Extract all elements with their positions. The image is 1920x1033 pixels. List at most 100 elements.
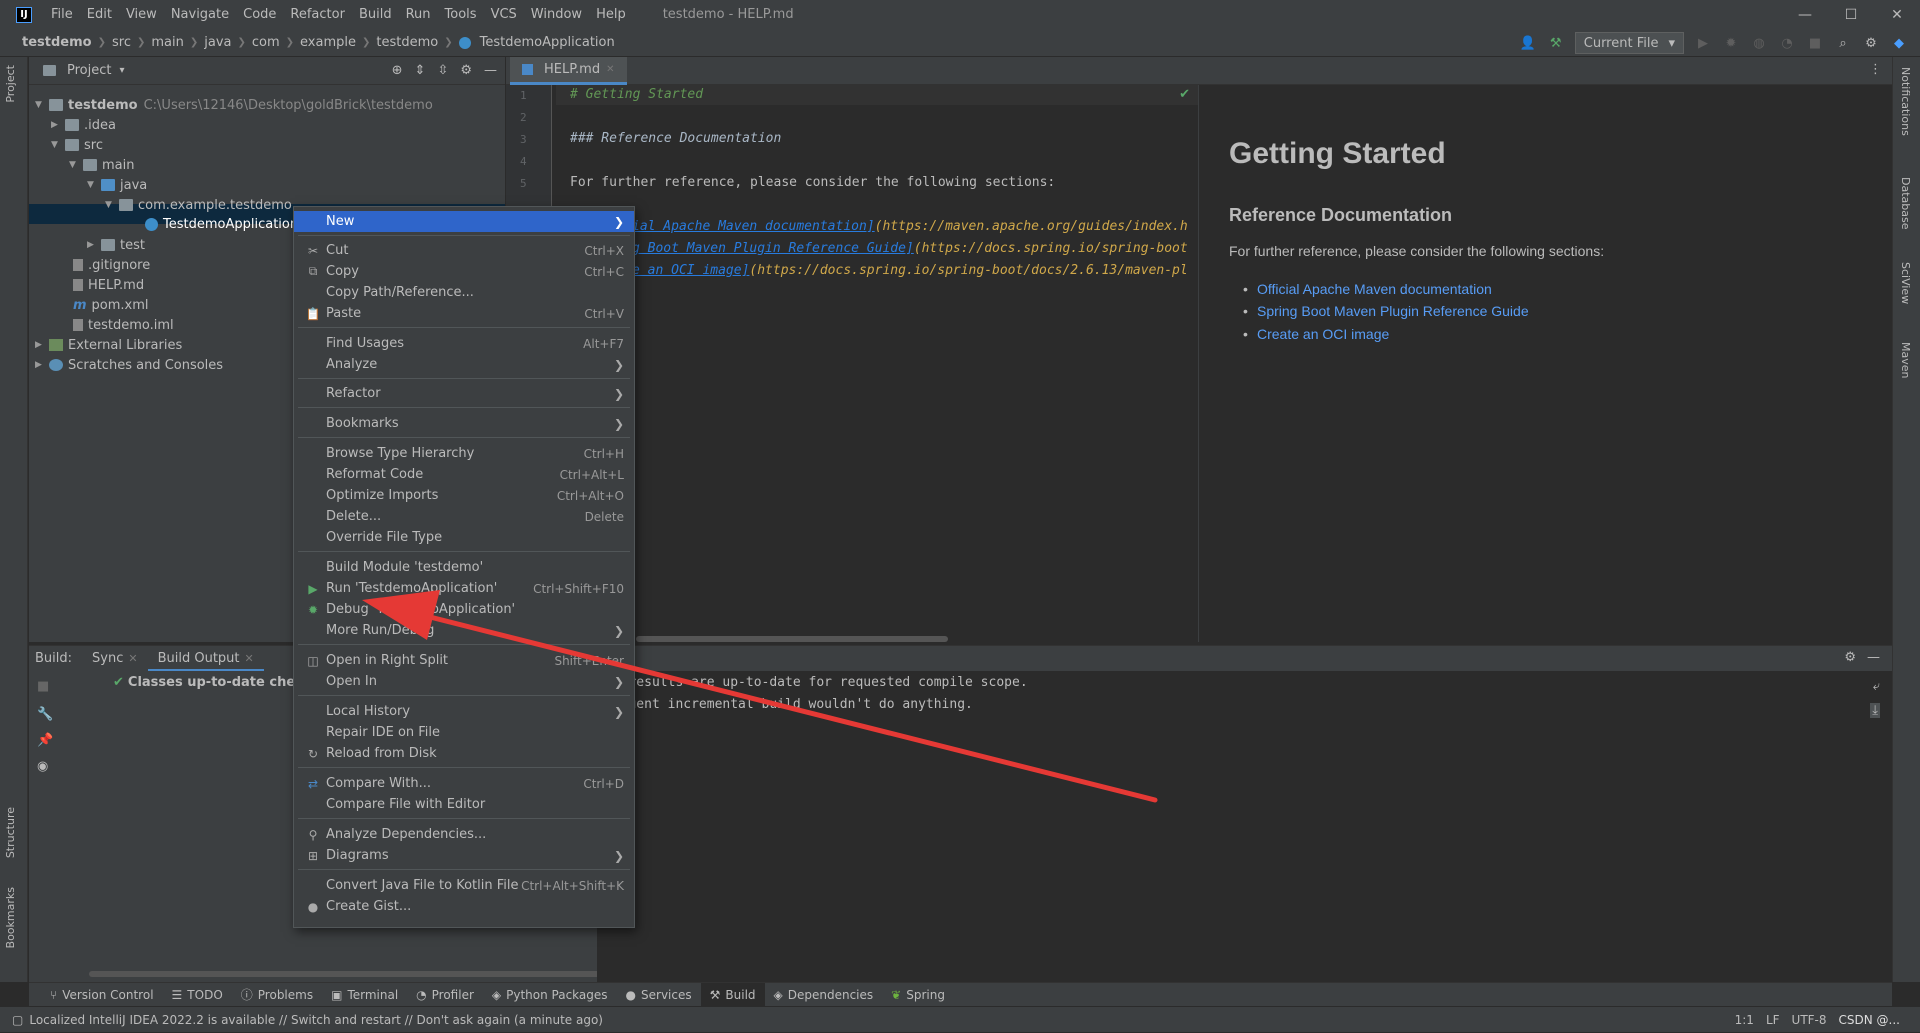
expand-all-icon[interactable]: ⇕: [415, 63, 426, 78]
menu-item-create-gist[interactable]: ● Create Gist...: [294, 896, 634, 917]
menu-item-browse-type[interactable]: Browse Type Hierarchy Ctrl+H: [294, 443, 634, 464]
line-separator[interactable]: LF: [1766, 1013, 1780, 1027]
breadcrumb-example[interactable]: example: [296, 35, 360, 50]
locate-icon[interactable]: ⊕: [392, 63, 403, 78]
menu-item-find-usages[interactable]: Find Usages Alt+F7: [294, 333, 634, 354]
status-message[interactable]: Localized IntelliJ IDEA 2022.2 is availa…: [29, 1013, 603, 1027]
code-link[interactable]: e an OCI image]: [632, 263, 749, 278]
tool-tab-bookmarks[interactable]: Bookmarks: [4, 887, 17, 948]
gear-icon[interactable]: ⚙: [460, 63, 472, 78]
tree-item-src[interactable]: ▼ src: [51, 135, 103, 155]
pin-icon[interactable]: 📌: [37, 733, 53, 748]
menu-item-run[interactable]: ▶ Run 'TestdemoApplication' Ctrl+Shift+F10: [294, 578, 634, 599]
breadcrumb-src[interactable]: src: [108, 35, 135, 50]
close-icon[interactable]: ✕: [128, 652, 137, 665]
tree-root[interactable]: ▼ testdemo C:\Users\12146\Desktop\goldBr…: [35, 95, 433, 115]
menu-navigate[interactable]: Navigate: [164, 0, 236, 29]
tool-tab-database[interactable]: Database: [1899, 177, 1912, 230]
close-icon[interactable]: ✕: [1874, 0, 1920, 29]
menu-refactor[interactable]: Refactor: [283, 0, 352, 29]
menu-item-reformat[interactable]: Reformat Code Ctrl+Alt+L: [294, 464, 634, 485]
menu-item-copy[interactable]: ⧉ Copy Ctrl+C: [294, 261, 634, 282]
tool-window-toggle-icon[interactable]: ▢: [12, 1013, 23, 1027]
menu-item-repair[interactable]: Repair IDE on File: [294, 722, 634, 743]
menu-item-open-in[interactable]: Open In ❯: [294, 671, 634, 692]
project-title[interactable]: Project: [67, 63, 111, 78]
menu-window[interactable]: Window: [524, 0, 589, 29]
menu-item-optimize[interactable]: Optimize Imports Ctrl+Alt+O: [294, 485, 634, 506]
run-config-select[interactable]: Current File ▾: [1574, 32, 1684, 54]
hide-icon[interactable]: —: [1867, 650, 1880, 665]
tree-item-idea[interactable]: ▶ .idea: [51, 115, 116, 135]
preview-link[interactable]: Create an OCI image: [1243, 326, 1389, 342]
jetbrains-icon[interactable]: ◆: [1890, 34, 1908, 52]
tool-problems[interactable]: ⓘ Problems: [232, 983, 322, 1007]
profile-icon[interactable]: ◔: [1778, 34, 1796, 52]
tool-build[interactable]: ⚒ Build: [700, 982, 765, 1007]
tree-item-test[interactable]: ▶ test: [69, 235, 145, 255]
tree-item-help[interactable]: HELP.md: [73, 275, 144, 295]
gear-icon[interactable]: ⚙: [1844, 650, 1856, 665]
tree-item-pom[interactable]: m pom.xml: [73, 295, 149, 315]
preview-link[interactable]: Spring Boot Maven Plugin Reference Guide: [1243, 303, 1529, 319]
menu-tools[interactable]: Tools: [438, 0, 484, 29]
stop-icon[interactable]: ■: [37, 679, 49, 694]
menu-edit[interactable]: Edit: [80, 0, 119, 29]
menu-build[interactable]: Build: [352, 0, 399, 29]
menu-item-refactor[interactable]: Refactor ❯: [294, 383, 634, 404]
menu-help[interactable]: Help: [589, 0, 633, 29]
tree-item-package[interactable]: ▼ com.example.testdemo: [105, 195, 292, 215]
menu-item-copy-path[interactable]: Copy Path/Reference...: [294, 282, 634, 303]
hammer-icon[interactable]: ⚒: [1547, 34, 1565, 52]
tool-python-packages[interactable]: ◈ Python Packages: [483, 983, 617, 1007]
tree-item-iml[interactable]: testdemo.iml: [73, 315, 174, 335]
minimize-icon[interactable]: —: [1782, 0, 1828, 29]
eye-icon[interactable]: ◉: [37, 759, 48, 774]
breadcrumb-testdemo[interactable]: testdemo: [372, 35, 442, 50]
code-link[interactable]: g Boot Maven Plugin Reference Guide]: [632, 241, 914, 256]
search-icon[interactable]: ⌕: [1834, 34, 1852, 52]
menu-code[interactable]: Code: [236, 0, 283, 29]
tree-item-libraries[interactable]: ▶ External Libraries: [35, 335, 182, 355]
close-icon[interactable]: ✕: [606, 64, 614, 75]
menu-item-delete[interactable]: Delete... Delete: [294, 506, 634, 527]
more-options-icon[interactable]: ⋮: [1869, 62, 1882, 77]
menu-item-convert-kotlin[interactable]: Convert Java File to Kotlin File Ctrl+Alt…: [294, 875, 634, 896]
gear-icon[interactable]: ⚙: [1862, 34, 1880, 52]
tab-build-output[interactable]: Build Output ✕: [147, 646, 264, 672]
menu-item-reload[interactable]: ↻ Reload from Disk: [294, 743, 634, 764]
wrench-icon[interactable]: 🔧: [37, 707, 53, 722]
tool-profiler[interactable]: ◔ Profiler: [407, 983, 483, 1007]
tool-version-control[interactable]: ⑂ Version Control: [41, 983, 163, 1007]
tree-item-main[interactable]: ▼ main: [69, 155, 134, 175]
editor-horizontal-scrollbar[interactable]: [636, 636, 948, 642]
menu-item-bookmarks[interactable]: Bookmarks ❯: [294, 413, 634, 434]
scroll-to-end-icon[interactable]: ⤓: [1870, 703, 1880, 718]
collapse-all-icon[interactable]: ⇳: [437, 63, 448, 78]
intellij-logo-icon[interactable]: IJ: [16, 6, 32, 23]
run-icon[interactable]: ▶: [1694, 34, 1712, 52]
tool-tab-project[interactable]: Project: [4, 65, 17, 103]
menu-item-compare-editor[interactable]: Compare File with Editor: [294, 794, 634, 815]
tree-item-java[interactable]: ▼ java: [87, 175, 147, 195]
preview-link[interactable]: Official Apache Maven documentation: [1243, 281, 1492, 297]
tool-todo[interactable]: ☰ TODO: [163, 983, 232, 1007]
build-output-console[interactable]: ld results are up-to-date for requested …: [597, 671, 1892, 982]
menu-item-new[interactable]: New ❯: [294, 211, 634, 232]
menu-item-cut[interactable]: ✂ Cut Ctrl+X: [294, 240, 634, 261]
tab-help-md[interactable]: HELP.md ✕: [510, 57, 627, 85]
menu-item-paste[interactable]: 📋 Paste Ctrl+V: [294, 303, 634, 324]
menu-file[interactable]: File: [44, 0, 80, 29]
breadcrumb-java[interactable]: java: [200, 35, 235, 50]
tool-terminal[interactable]: ▣ Terminal: [322, 983, 407, 1007]
tool-tab-notifications[interactable]: Notifications: [1899, 67, 1912, 136]
hide-icon[interactable]: —: [484, 63, 497, 78]
tool-tab-maven[interactable]: Maven: [1899, 342, 1912, 378]
tree-item-gitignore[interactable]: .gitignore: [73, 255, 150, 275]
caret-position[interactable]: 1:1: [1735, 1013, 1754, 1027]
menu-item-build-module[interactable]: Build Module 'testdemo': [294, 557, 634, 578]
tool-services[interactable]: ● Services: [617, 983, 701, 1007]
menu-vcs[interactable]: VCS: [484, 0, 524, 29]
tab-sync[interactable]: Sync ✕: [82, 646, 148, 672]
user-icon[interactable]: 👤: [1519, 34, 1537, 52]
